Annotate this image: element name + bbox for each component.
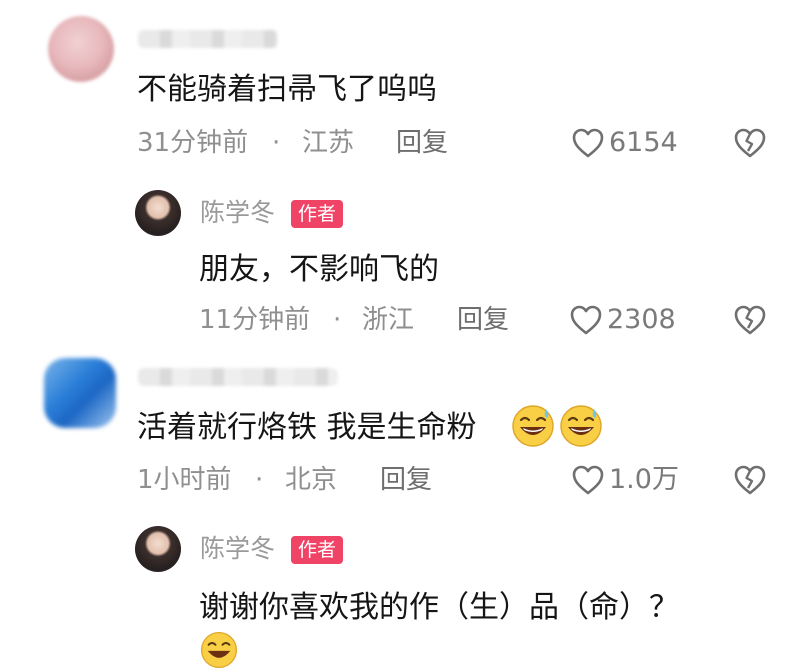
reply-text: 朋友，不影响飞的 [199, 252, 439, 287]
author-name[interactable]: 陈学冬 [200, 534, 275, 564]
meta-separator: · [272, 128, 281, 158]
author-badge: 作者 [291, 200, 344, 228]
broken-heart-icon[interactable] [733, 127, 767, 159]
broken-heart-icon[interactable] [733, 464, 767, 496]
commenter-avatar[interactable] [44, 358, 116, 428]
comment-location: 北京 [285, 465, 338, 495]
author-avatar[interactable] [135, 526, 181, 572]
comment-time: 11分钟前 [199, 305, 311, 335]
comment-time: 1小时前 [137, 465, 232, 495]
broken-heart-icon[interactable] [733, 304, 767, 336]
reply-button[interactable]: 回复 [380, 465, 432, 495]
like-count: 2308 [607, 304, 676, 335]
heart-outline-icon[interactable] [569, 304, 603, 336]
laughing-sweat-emoji [558, 403, 604, 449]
author-name[interactable]: 陈学冬 [200, 198, 275, 228]
heart-outline-icon[interactable] [571, 127, 605, 159]
reply-button[interactable]: 回复 [396, 128, 448, 158]
author-avatar[interactable] [135, 190, 181, 236]
comment-text: 活着就行烙铁 我是生命粉 [137, 410, 477, 445]
meta-separator: · [255, 465, 264, 495]
commenter-name-blurred[interactable] [138, 368, 338, 386]
commenter-avatar[interactable] [48, 16, 114, 82]
like-count: 6154 [609, 127, 678, 158]
like-count: 1.0万 [609, 464, 679, 495]
comment-location: 浙江 [362, 305, 415, 335]
laughing-sweat-emoji [510, 403, 556, 449]
commenter-name-blurred[interactable] [138, 30, 278, 48]
comment-text: 不能骑着扫帚飞了呜呜 [137, 72, 437, 107]
reply-text: 谢谢你喜欢我的作（生）品（命）？ [199, 590, 679, 625]
author-badge: 作者 [291, 536, 344, 564]
heart-outline-icon[interactable] [571, 464, 605, 496]
laughing-sweat-emoji [199, 630, 239, 670]
reply-button[interactable]: 回复 [457, 305, 509, 335]
comment-location: 江苏 [302, 128, 355, 158]
comment-time: 31分钟前 [137, 128, 249, 158]
meta-separator: · [333, 305, 342, 335]
